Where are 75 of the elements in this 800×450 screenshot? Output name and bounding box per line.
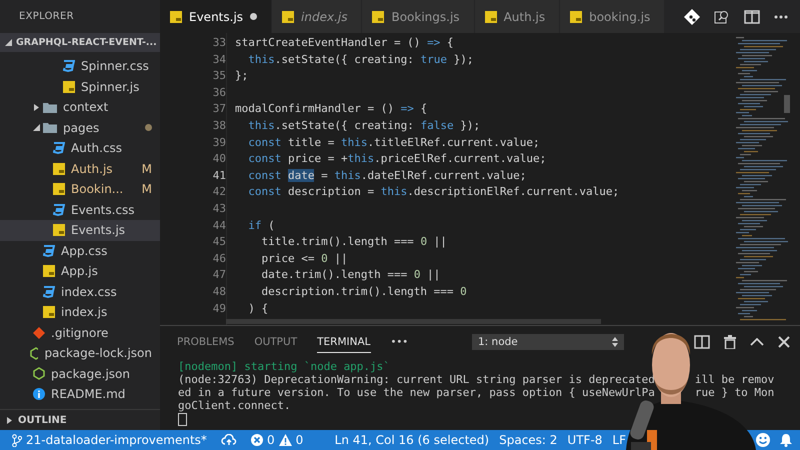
file-item[interactable]: Auth.css <box>0 138 160 158</box>
file-item[interactable]: Bookin... M <box>0 179 160 200</box>
file-item[interactable]: Events.js <box>0 220 160 240</box>
code-line: date.trim().length === 0 || <box>260 267 442 284</box>
code-line: title.trim().length === 0 || <box>260 234 448 250</box>
file-item[interactable]: Spinner.css <box>0 56 160 76</box>
code-line: if ( <box>247 218 276 234</box>
line-number: 41 <box>212 168 226 184</box>
line-number: 46 <box>212 250 226 267</box>
line-number: 39 <box>212 134 226 151</box>
line-number: 48 <box>212 284 226 300</box>
line-number: 45 <box>212 234 226 250</box>
file-item[interactable]: package-lock.json <box>0 343 160 364</box>
code-line: price <= 0 || <box>260 250 349 267</box>
file-item[interactable]: .gitignore <box>0 322 160 343</box>
terminal-text: rue } to Mon <box>694 386 774 399</box>
line-number: 44 <box>212 218 226 234</box>
line-number: 33 <box>212 35 226 51</box>
git-status: M <box>142 162 152 176</box>
code-line: this.setState({ creating: true }); <box>247 52 474 68</box>
panel-tab[interactable]: PROBLEMS <box>177 332 234 352</box>
code-line: const description = this.descriptionElRef.current.value; <box>247 184 620 200</box>
file-item[interactable]: index.js <box>0 302 160 322</box>
line-number: 43 <box>212 200 226 217</box>
file-item[interactable]: App.css <box>0 240 160 261</box>
code-line: const title = this.titleElRef.current.value; <box>247 134 541 151</box>
encoding[interactable]: UTF-8 <box>567 433 602 447</box>
project-folder[interactable]: GRAPHQL-REACT-EVENT-... <box>0 33 160 52</box>
code-line: description.trim().length === 0 <box>260 284 468 300</box>
terminal-text: ed in a future version. To use the new parser, pass option { useNewUrlPa <box>178 386 655 399</box>
line-number: 35 <box>212 68 226 84</box>
line-number: 37 <box>212 101 226 118</box>
line-number: 34 <box>212 52 226 68</box>
terminal-text: (node:32763) DeprecationWarning: current URL string parser is deprecated <box>178 373 655 386</box>
sidebar-title: EXPLORER <box>18 10 75 24</box>
git-status: M <box>142 182 152 196</box>
terminal-text: goClient.connect. <box>178 399 291 412</box>
file-item[interactable]: Auth.js M <box>0 158 160 179</box>
code-line: this.setState({ creating: false }); <box>247 118 482 134</box>
file-item[interactable]: Events.css <box>0 200 160 220</box>
panel-tab[interactable]: OUTPUT <box>254 332 298 352</box>
terminal-text: [nodemon] starting `node app.js` <box>178 360 390 373</box>
file-item[interactable]: package.json <box>0 364 160 384</box>
code-line: }; <box>235 68 250 84</box>
code-line: ) { <box>247 300 270 316</box>
folder-item[interactable]: pages <box>0 118 160 138</box>
folder-item[interactable]: context <box>0 97 160 118</box>
editor-tab[interactable]: Events.js <box>160 0 272 33</box>
code-line: startCreateEventHandler = () => { <box>235 35 455 51</box>
problems-indicator[interactable]: 0 0 <box>250 433 304 447</box>
file-item[interactable]: Spinner.js <box>0 76 160 97</box>
line-number: 36 <box>212 84 226 101</box>
line-number: 49 <box>212 300 226 316</box>
line-number: 42 <box>212 184 226 200</box>
line-number: 47 <box>212 267 226 284</box>
editor-tab[interactable]: Auth.js <box>474 0 560 33</box>
code-line: modalConfirmHandler = () => { <box>235 101 428 118</box>
panel-tab[interactable]: TERMINAL <box>317 332 370 352</box>
terminal-text: ill be remov <box>694 373 774 386</box>
code-line: const price = +this.priceElRef.current.value; <box>247 151 548 168</box>
line-ending[interactable]: LF <box>612 433 626 447</box>
file-item[interactable]: README.md <box>0 384 160 404</box>
cursor-position[interactable]: Ln 41, Col 16 (6 selected) <box>334 433 490 447</box>
branch-indicator[interactable]: 21-dataloader-improvements* <box>12 433 207 447</box>
file-item[interactable]: App.js <box>0 261 160 282</box>
terminal-select[interactable]: 1: node <box>472 334 624 350</box>
line-number: 38 <box>212 118 226 134</box>
more-button[interactable]: ••• <box>390 336 408 348</box>
code-line: const date = this.dateElRef.current.value; <box>247 168 528 184</box>
indentation[interactable]: Spaces: 2 <box>499 433 558 447</box>
editor-tab[interactable]: index.js <box>272 0 362 33</box>
file-item[interactable]: index.css <box>0 282 160 302</box>
line-number: 40 <box>212 151 226 168</box>
editor-tab[interactable]: booking.js <box>560 0 666 33</box>
editor-tab[interactable]: Bookings.js <box>362 0 475 33</box>
